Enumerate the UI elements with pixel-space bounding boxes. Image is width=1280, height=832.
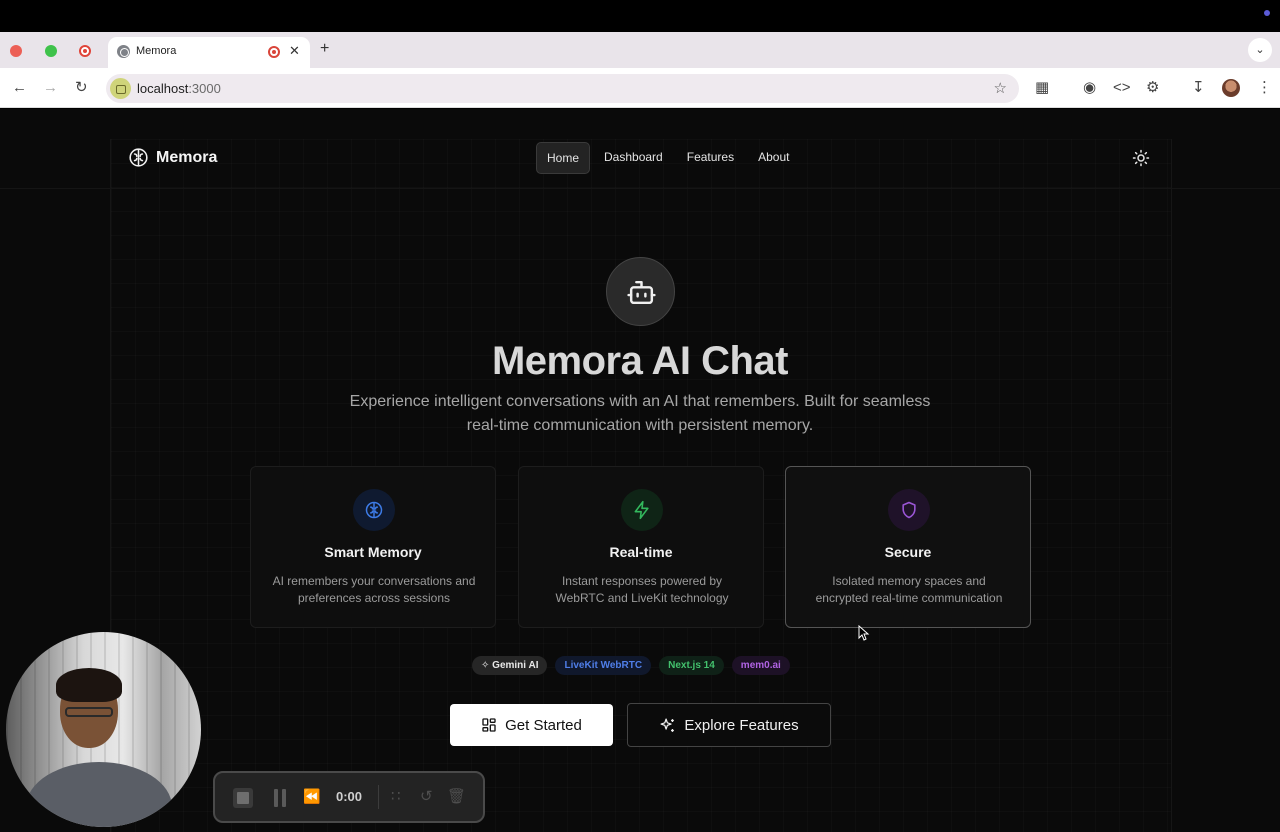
rewind-icon[interactable]: ⏪ [303,788,320,805]
camera-permission-icon[interactable] [110,78,131,99]
zap-icon [634,500,649,520]
presenter-shirt [26,762,172,827]
get-started-button[interactable]: Get Started [450,704,613,746]
brain-logo-icon [129,148,148,167]
sun-icon[interactable] [1132,149,1150,167]
close-window-button[interactable] [10,45,22,57]
extensions-icon[interactable]: ▦ [1035,79,1049,97]
reload-icon[interactable]: ↻ [75,79,88,97]
download-icon[interactable]: ↧ [1192,79,1205,97]
back-arrow-icon[interactable]: ← [12,79,27,97]
get-started-label: Get Started [505,716,582,734]
incognito-icon[interactable]: ⚙ [1146,79,1159,97]
tab-search-button[interactable]: ⌄ [1248,38,1272,62]
status-dot [1264,10,1270,16]
dashboard-icon [482,718,496,732]
maximize-window-button[interactable] [45,45,57,57]
restart-icon[interactable]: ↺ [420,787,433,805]
screen-top-bar [0,0,1280,32]
bookmark-star-icon[interactable]: ☆ [994,79,1007,97]
globe-icon [117,45,130,58]
trash-icon[interactable]: 🗑 [447,787,466,805]
feature-card-smart-memory[interactable]: Smart Memory AI remembers your conversat… [250,466,496,628]
url-port: :3000 [188,81,221,96]
mouse-cursor-icon [858,625,870,641]
recording-indicator-icon [79,45,91,57]
browser-toolbar: ← → ↻ localhost:3000 ☆ ▦ ◉ <> ⚙ ↧ ⋮ [0,68,1280,108]
tab-recording-icon [268,46,280,58]
feature-card-secure[interactable]: Secure Isolated memory spaces and encryp… [785,466,1031,628]
badge-mem0: mem0.ai [731,656,790,675]
browser-tab-bar: Memora ✕ [0,32,1280,68]
browser-tab[interactable]: Memora ✕ [108,37,310,68]
new-tab-button[interactable]: + [320,40,329,58]
feature-description: AI remembers your conversations and pref… [272,574,476,605]
profile-avatar[interactable] [1222,79,1240,97]
tab-title: Memora [136,45,177,57]
tech-badges: ✧ Gemini AI LiveKit WebRTC Next.js 14 me… [472,656,790,675]
hero-subtitle: Experience intelligent conversations wit… [349,393,931,434]
badge-nextjs: Next.js 14 [659,656,724,675]
recording-timer: 0:00 [336,789,363,804]
stop-recording-button[interactable] [233,788,253,808]
nav-dashboard[interactable]: Dashboard [594,142,673,174]
hero-title: Memora AI Chat [491,339,789,383]
code-icon[interactable]: <> [1113,79,1131,97]
url-text: localhost:3000 [137,81,221,96]
nav-home[interactable]: Home [536,142,591,174]
feature-icon-circle [353,489,395,531]
feature-title: Smart Memory [324,544,422,560]
menu-kebab-icon[interactable]: ⋮ [1257,79,1272,97]
nav-features[interactable]: Features [677,142,744,174]
webcam-overlay[interactable] [6,632,201,827]
address-bar[interactable]: localhost:3000 ☆ [106,74,1019,103]
feature-icon-circle [888,489,930,531]
sparkle-icon: ✧ [481,660,493,671]
feature-description: Isolated memory spaces and encrypted rea… [815,574,1003,605]
bot-icon [627,280,656,305]
presenter [26,668,172,827]
screenshot-icon[interactable]: ◉ [1083,79,1096,97]
badge-gemini: ✧ Gemini AI [472,656,548,675]
grid-dots-icon[interactable]: ∷ [391,787,401,805]
bot-avatar [606,257,675,326]
presenter-hair [56,668,122,702]
divider [378,785,379,809]
nav-about[interactable]: About [748,142,799,174]
sparkles-icon [660,717,675,732]
presenter-glasses [65,707,113,717]
shield-icon [902,501,916,519]
badge-livekit: LiveKit WebRTC [555,656,652,675]
explore-features-button[interactable]: Explore Features [627,703,831,747]
explore-features-label: Explore Features [684,716,799,734]
tab-close-button[interactable]: ✕ [289,43,300,59]
feature-title: Real-time [609,544,673,560]
brain-icon [365,501,383,519]
feature-description: Instant responses powered by WebRTC and … [555,574,729,605]
forward-arrow-icon[interactable]: → [43,79,58,97]
feature-card-real-time[interactable]: Real-time Instant responses powered by W… [518,466,764,628]
feature-icon-circle [621,489,663,531]
site-logo[interactable]: Memora [128,147,217,168]
nav-links: Home Dashboard Features About [536,142,799,174]
logo-text: Memora [156,148,218,166]
badge-gemini-label: Gemini AI [492,660,539,671]
url-host: localhost [137,81,189,96]
site-navbar: Memora Home Dashboard Features About [0,109,1280,189]
recording-controls: ⏪ 0:00 ∷ ↺ 🗑 [213,771,485,823]
feature-title: Secure [884,544,932,560]
pause-recording-button[interactable] [273,789,287,807]
